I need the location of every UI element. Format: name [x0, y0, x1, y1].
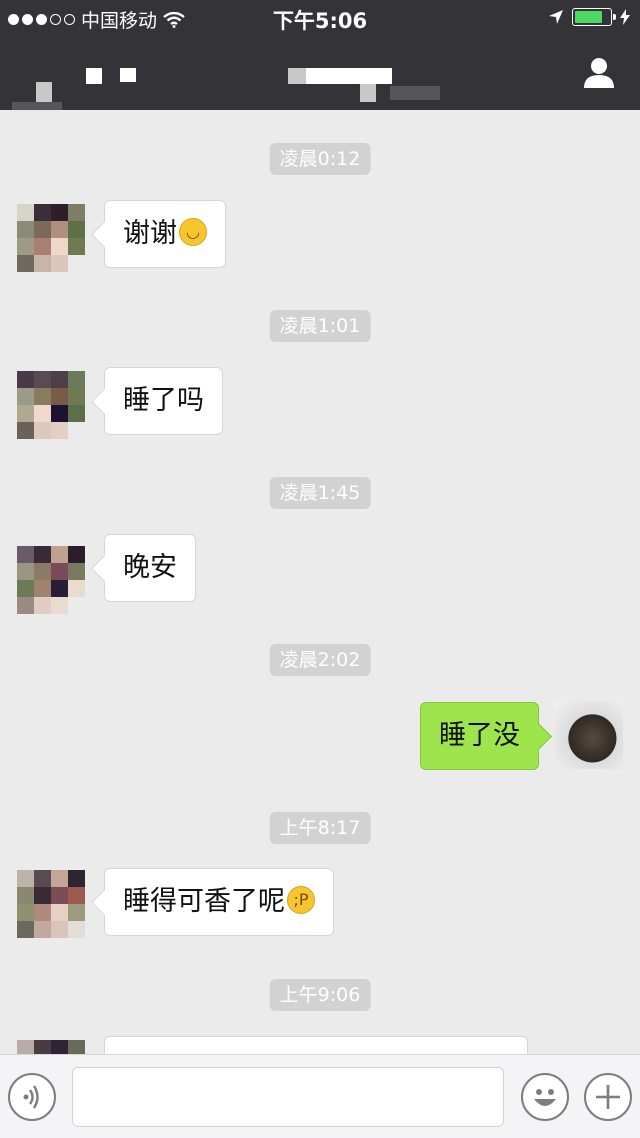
input-bar	[0, 1054, 640, 1138]
sent-message[interactable]: 睡了没	[420, 702, 539, 770]
message-text: 睡了没	[439, 720, 520, 751]
message-text: 谢谢	[123, 218, 177, 249]
received-message[interactable]: 谢谢 ◡	[104, 200, 226, 268]
contact-avatar[interactable]	[17, 546, 85, 614]
status-time: 下午5:06	[272, 9, 368, 33]
timestamp: 凌晨1:01	[269, 310, 371, 342]
message-text: 睡得可香了呢	[123, 886, 285, 917]
timestamp: 凌晨2:02	[269, 644, 371, 676]
emoji-icon[interactable]	[521, 1073, 569, 1121]
charging-bolt-icon	[620, 9, 630, 25]
timestamp: 上午9:06	[269, 979, 371, 1011]
battery-icon	[572, 8, 616, 26]
my-avatar[interactable]	[555, 701, 623, 769]
message-text: 晚安	[123, 552, 177, 583]
message-input[interactable]	[72, 1067, 504, 1127]
received-message[interactable]: 睡得可香了呢 ;P	[104, 868, 334, 936]
received-message[interactable]	[104, 1036, 528, 1056]
chat-header: 中国移动 下午5:06	[0, 0, 640, 110]
contact-avatar[interactable]	[17, 371, 85, 439]
contact-avatar[interactable]	[17, 204, 85, 272]
wink-tongue-emoji-icon: ;P	[287, 885, 315, 914]
contact-avatar[interactable]	[17, 870, 85, 938]
plus-icon[interactable]	[584, 1073, 632, 1121]
received-message[interactable]: 睡了吗	[104, 367, 223, 435]
timestamp: 上午8:17	[269, 812, 371, 844]
timestamp: 凌晨0:12	[269, 143, 371, 175]
voice-icon[interactable]	[8, 1073, 56, 1121]
person-icon[interactable]	[582, 56, 616, 90]
contact-avatar[interactable]	[17, 1040, 85, 1054]
status-bar: 中国移动 下午5:06	[0, 0, 640, 36]
chat-title-bar	[0, 40, 640, 110]
location-arrow-icon	[549, 10, 563, 24]
received-message[interactable]: 晚安	[104, 534, 196, 602]
message-text: 睡了吗	[123, 385, 204, 416]
timestamp: 凌晨1:45	[269, 477, 371, 509]
smile-emoji-icon: ◡	[179, 217, 207, 246]
